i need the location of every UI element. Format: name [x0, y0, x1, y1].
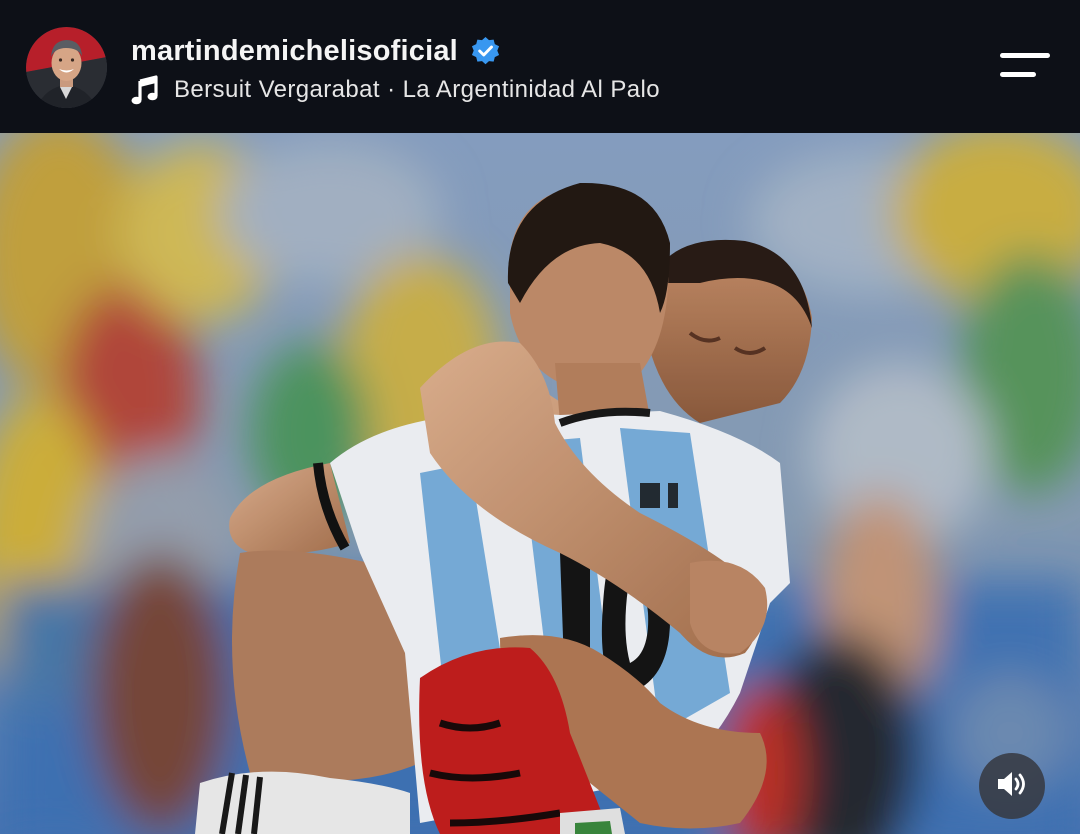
username-row: martindemichelisoficial [131, 30, 501, 72]
menu-button[interactable] [996, 48, 1052, 84]
music-note-icon [131, 75, 159, 105]
avatar[interactable] [26, 27, 107, 108]
audio-title: La Argentinidad Al Palo [402, 76, 660, 103]
verified-badge-icon [470, 36, 501, 67]
photo-image [0, 133, 1080, 834]
speaker-volume-icon [996, 770, 1028, 803]
username-link[interactable]: martindemichelisoficial [131, 35, 458, 68]
audio-track-label: Bersuit Vergarabat · La Argentinidad Al … [174, 76, 660, 104]
audio-attribution[interactable]: Bersuit Vergarabat · La Argentinidad Al … [131, 72, 660, 108]
post-photo[interactable] [0, 133, 1080, 834]
sound-toggle-button[interactable] [979, 753, 1045, 819]
avatar-image [26, 27, 107, 108]
audio-artist: Bersuit Vergarabat [174, 76, 380, 103]
post-header: martindemichelisoficial Bersuit Vergarab… [0, 0, 1080, 133]
audio-separator: · [387, 76, 396, 103]
post-viewer: martindemichelisoficial Bersuit Vergarab… [0, 0, 1080, 834]
